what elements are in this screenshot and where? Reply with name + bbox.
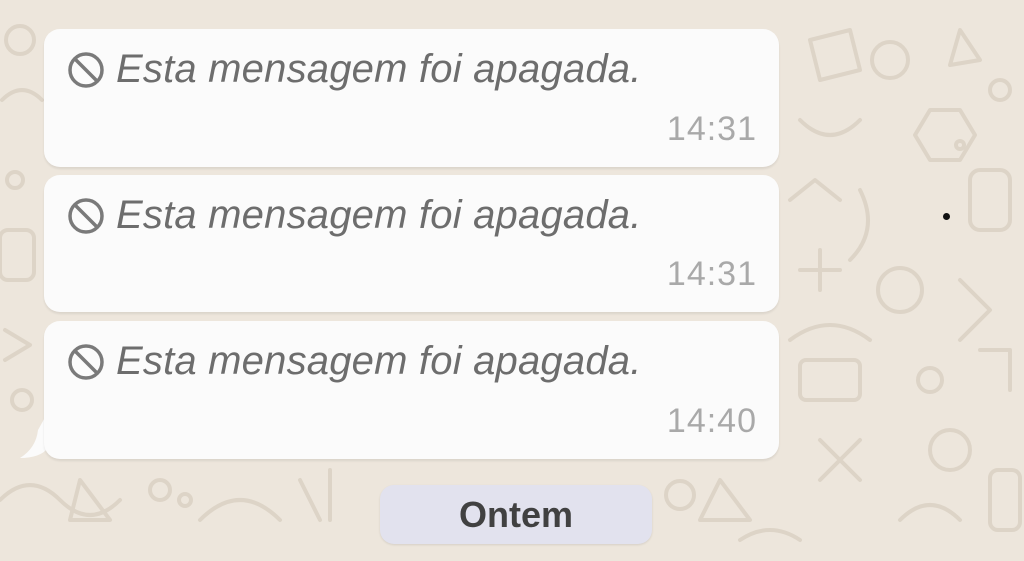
- date-separator-label: Ontem: [458, 493, 573, 535]
- ban-icon: [68, 343, 104, 380]
- stray-dot: [943, 213, 950, 220]
- deleted-message-row: Esta mensagem foi apagada.: [66, 193, 642, 238]
- message-bubble[interactable]: Esta mensagem foi apagada. 14:31: [44, 29, 779, 167]
- message-bubble[interactable]: Esta mensagem foi apagada. 14:31: [44, 175, 779, 312]
- ban-icon: [68, 197, 104, 234]
- deleted-message-row: Esta mensagem foi apagada.: [66, 47, 642, 92]
- message-timestamp: 14:31: [666, 255, 757, 293]
- message-text: Esta mensagem foi apagada.: [116, 47, 642, 91]
- date-separator: Ontem: [380, 485, 652, 544]
- message-timestamp: 14:40: [666, 402, 757, 440]
- message-text: Esta mensagem foi apagada.: [116, 193, 642, 237]
- ban-icon: [68, 51, 104, 88]
- message-bubble[interactable]: Esta mensagem foi apagada. 14:40: [44, 321, 779, 459]
- message-text: Esta mensagem foi apagada.: [116, 339, 642, 383]
- deleted-message-row: Esta mensagem foi apagada.: [66, 339, 642, 384]
- message-timestamp: 14:31: [666, 110, 757, 148]
